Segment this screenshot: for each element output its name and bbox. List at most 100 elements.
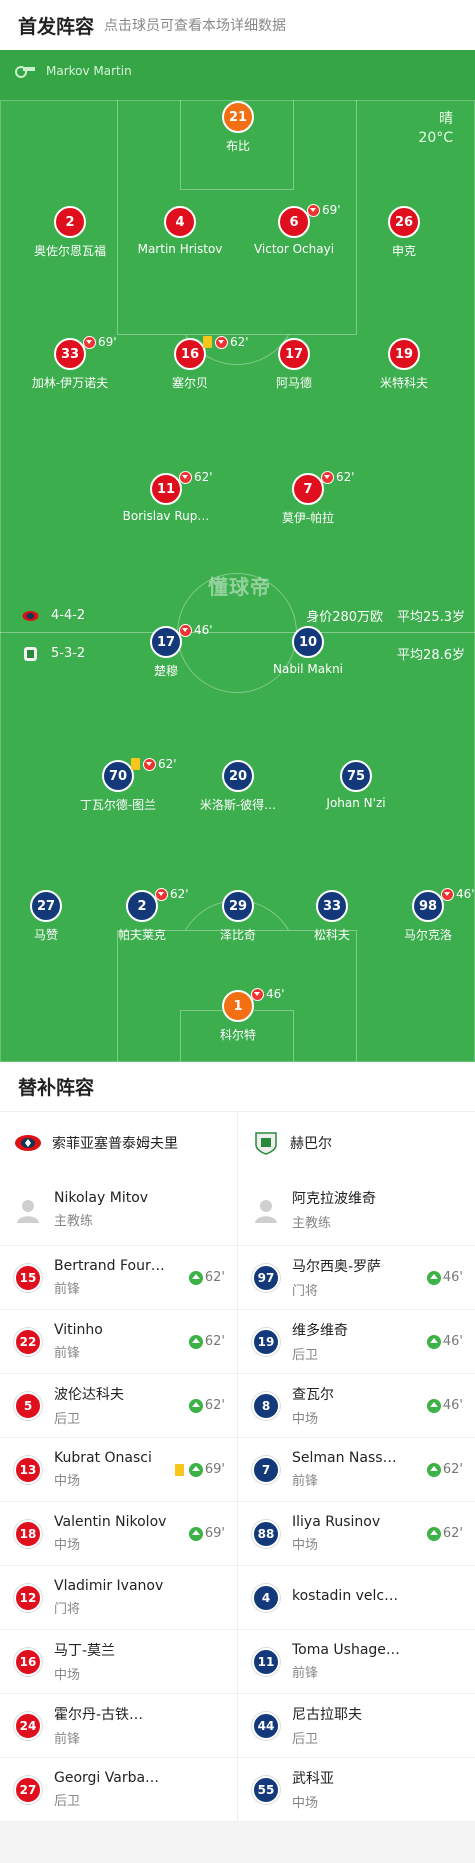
away-sub-row[interactable]: 8 查瓦尔 中场 46' [238,1374,475,1438]
weather: 晴 20°C [418,110,453,148]
sub-out-minute: 62' [194,470,213,484]
sub-name: Georgi Varba… [54,1770,160,1786]
away-sub-row[interactable]: 19 维多维奇 后卫 46' [238,1310,475,1374]
away-sub-row[interactable]: 97 马尔西奥-罗萨 门将 46' [238,1246,475,1310]
home-player-9[interactable]: 11 62' Borislav Rup… [111,470,221,523]
sub-out-icon [215,335,228,349]
player-number: 70 [102,760,134,792]
away-sub-row[interactable]: 55 武科亚 中场 [238,1758,475,1822]
away-player-1[interactable]: 10 Nabil Makni [253,626,363,676]
home-team-name: 索菲亚塞普泰姆夫里 [52,1136,178,1152]
sub-in-minute: 62' [442,1526,463,1541]
home-coach[interactable]: Nikolay Mitov 主教练 [0,1174,237,1246]
away-sub-row[interactable]: 44 尼古拉耶夫 后卫 [238,1694,475,1758]
away-coach[interactable]: 阿克拉波维奇 主教练 [238,1174,475,1246]
away-player-6[interactable]: 2 62' 帕夫莱克 [87,887,197,943]
home-player-6[interactable]: 16 62' 塞尔贝 [135,335,249,391]
home-team-badge-icon [22,610,39,621]
away-sub-row[interactable]: 88 Iliya Rusinov 中场 62' [238,1502,475,1566]
sub-position: 中场 [292,1412,319,1427]
sub-in-icon [188,1462,203,1477]
home-sub-row[interactable]: 27 Georgi Varba… 后卫 [0,1758,237,1822]
player-number: 6 [278,206,310,238]
home-player-1[interactable]: 2 奥佐尔恩瓦福 [15,206,125,259]
home-sub-row[interactable]: 16 马丁-莫兰 中场 [0,1630,237,1694]
home-player-7[interactable]: 17 阿马德 [239,338,349,391]
sub-number: 88 [252,1519,280,1548]
player-number: 75 [340,760,372,792]
away-player-5[interactable]: 27 马赞 [0,890,101,943]
player-name: 楚穆 [153,664,178,678]
home-subs-column: 索菲亚塞普泰姆夫里 Nikolay Mitov 主教练 15 Bertrand F… [0,1112,237,1822]
sub-in-icon [188,1398,203,1413]
home-sub-row[interactable]: 24 霍尔丹-古铁… 前锋 [0,1694,237,1758]
player-number: 33 [54,338,86,370]
sub-events: 69' [174,1462,225,1477]
sub-number: 11 [252,1647,280,1676]
away-sub-row[interactable]: 4 kostadin velc… [238,1566,475,1630]
sub-in-minute: 62' [442,1462,463,1477]
home-player-2[interactable]: 4 Martin Hristov [125,206,235,256]
sub-number: 24 [14,1711,42,1740]
home-player-4[interactable]: 26 申克 [349,206,459,259]
player-events: 46' [179,623,213,637]
sub-position: 前锋 [54,1282,81,1297]
home-player-3[interactable]: 6 69' Victor Ochayi [239,203,349,256]
away-sub-row[interactable]: 11 Toma Ushage… 前锋 [238,1630,475,1694]
home-player-8[interactable]: 19 米特科夫 [349,338,459,391]
sub-name: 查瓦尔 [292,1387,334,1403]
away-player-4[interactable]: 75 Johan N'zi [301,760,411,810]
sub-out-minute: 62' [158,757,177,771]
home-sub-row[interactable]: 22 Vitinho 前锋 62' [0,1310,237,1374]
away-team-header[interactable]: 赫巴尔 [238,1112,475,1174]
home-sub-row[interactable]: 15 Bertrand Four… 前锋 62' [0,1246,237,1310]
sub-in-icon [426,1462,441,1477]
home-team-logo-icon [15,1135,41,1151]
sub-in-minute: 62' [204,1270,225,1285]
coach-avatar-icon [17,1199,39,1223]
sub-events: 69' [188,1526,225,1541]
away-player-0[interactable]: 17 46' 楚穆 [111,623,221,679]
home-sub-row[interactable]: 5 波伦达科夫 后卫 62' [0,1374,237,1438]
away-player-3[interactable]: 20 米洛斯-彼得… [183,760,293,813]
away-player-10[interactable]: 1 46' 科尔特 [183,987,293,1043]
away-player-8[interactable]: 33 松科夫 [277,890,387,943]
player-name: 阿马德 [275,376,312,390]
home-sub-row[interactable]: 12 Vladimir Ivanov 门将 [0,1566,237,1630]
away-coach-name: 阿克拉波维奇 [292,1191,376,1207]
sub-name: Vitinho [54,1322,103,1338]
home-coach-role: 主教练 [54,1214,94,1229]
home-player-0[interactable]: 21 布比 [183,101,293,154]
player-events: 69' [83,335,117,349]
sub-number: 13 [14,1455,42,1484]
home-formation: 4-4-2 [51,608,86,623]
home-player-5[interactable]: 33 69' 加林-伊万诺夫 [15,335,125,391]
player-name: 马赞 [33,928,58,942]
weather-condition: 晴 [439,111,453,127]
home-player-10[interactable]: 7 62' 莫伊-帕拉 [253,470,363,526]
player-events: 46' [251,987,285,1001]
player-number: 4 [164,206,196,238]
coach-avatar-icon [255,1199,277,1223]
away-player-2[interactable]: 70 62' 丁瓦尔德-图兰 [63,757,177,813]
sub-number: 55 [252,1775,280,1804]
sub-name: 马尔西奥-罗萨 [292,1259,382,1275]
home-sub-row[interactable]: 18 Valentin Nikolov 中场 69' [0,1502,237,1566]
player-number: 10 [292,626,324,658]
home-team-header[interactable]: 索菲亚塞普泰姆夫里 [0,1112,237,1174]
player-name: 奥佐尔恩瓦福 [33,244,106,258]
away-coach-role: 主教练 [292,1216,332,1231]
sub-number: 15 [14,1263,42,1292]
player-events: 62' [321,470,355,484]
sub-out-minute: 46' [194,623,213,637]
home-sub-row[interactable]: 13 Kubrat Onasci 中场 69' [0,1438,237,1502]
sub-position: 中场 [54,1538,81,1553]
sub-name: 武科亚 [292,1771,334,1787]
away-player-9[interactable]: 98 46' 马尔克洛 [373,887,475,943]
sub-name: 马丁-莫兰 [54,1643,116,1659]
player-name: 塞尔贝 [171,376,208,390]
sub-out-minute: 69' [98,335,117,349]
sub-name: Valentin Nikolov [54,1514,167,1530]
away-sub-row[interactable]: 7 Selman Nass… 前锋 62' [238,1438,475,1502]
sub-out-icon [83,335,96,349]
